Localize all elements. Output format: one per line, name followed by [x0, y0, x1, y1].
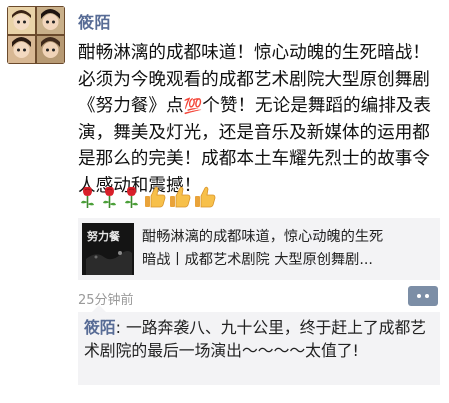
comment-text: 一路奔袭八、九十公里，终于赶上了成都艺术剧院的最后一场演出～～～～太值了! — [84, 318, 427, 360]
comment-item[interactable]: 筱陌: 一路奔袭八、九十公里，终于赶上了成都艺术剧院的最后一场演出～～～～太值了… — [84, 317, 436, 362]
rose-icon — [81, 186, 94, 208]
thumbs-up-icon — [145, 186, 166, 208]
thumbs-up-icon — [170, 186, 191, 208]
thumbnail-art: 努力餐 — [82, 223, 134, 275]
avatar-image — [7, 6, 65, 64]
dot-icon — [417, 294, 421, 298]
shared-link-title-line-2: 暗战丨成都艺术剧院 大型原创舞剧... — [142, 252, 373, 268]
shared-link-title: 酣畅淋漓的成都味道，惊心动魄的生死 暗战丨成都艺术剧院 大型原创舞剧... — [142, 226, 434, 272]
rose-icon — [103, 186, 116, 208]
hundred-points-icon: 💯 — [183, 97, 203, 116]
thumbnail-title: 努力餐 — [87, 229, 121, 243]
shared-link-thumbnail: 努力餐 — [82, 223, 134, 275]
comment-separator: : — [115, 318, 126, 337]
thumbs-up-icon — [195, 186, 216, 208]
shared-link-card[interactable]: 努力餐 酣畅淋漓的成都味道，惊心动魄的生死 暗战丨成都艺术剧院 大型原创舞剧..… — [78, 218, 440, 280]
emoji-row — [78, 185, 216, 209]
comment-action-button[interactable] — [408, 286, 438, 306]
rose-icon — [125, 186, 138, 208]
shared-link-title-line-1: 酣畅淋漓的成都味道，惊心动魄的生死 — [142, 229, 384, 245]
dot-icon — [425, 294, 429, 298]
comment-section: 筱陌: 一路奔袭八、九十公里，终于赶上了成都艺术剧院的最后一场演出～～～～太值了… — [78, 305, 440, 385]
post-text: 酣畅淋漓的成都味道！惊心动魄的生死暗战！必须为今晚观看的成都艺术剧院大型原创舞剧… — [78, 40, 442, 200]
commenter-name[interactable]: 筱陌 — [84, 318, 116, 337]
avatar[interactable] — [7, 6, 65, 64]
author-name[interactable]: 筱陌 — [78, 9, 111, 33]
